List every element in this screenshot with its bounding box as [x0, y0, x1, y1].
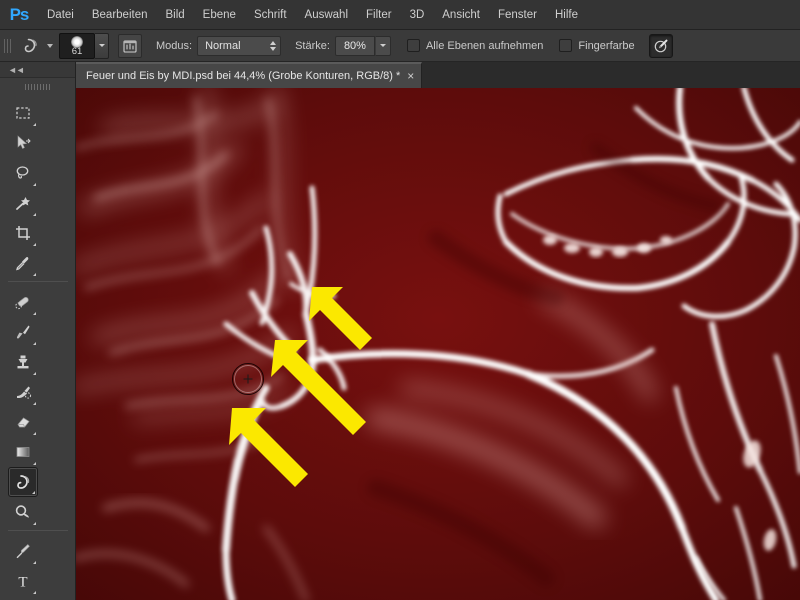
clone-stamp-tool[interactable] [8, 347, 38, 377]
mode-select[interactable]: Normal [197, 35, 282, 56]
menu-item-fenster[interactable]: Fenster [489, 0, 546, 30]
tools-divider [8, 281, 68, 282]
path-selection-tool[interactable] [8, 596, 38, 600]
tools-group-vector: T [0, 534, 75, 600]
strength-label: Stärke: [295, 39, 330, 52]
tools-panel-drag-handle[interactable] [0, 81, 75, 92]
options-bar-drag-handle[interactable] [4, 34, 13, 57]
dodge-tool[interactable] [8, 497, 38, 527]
photoshop-logo: Ps [9, 4, 30, 24]
smudge-tool[interactable] [8, 467, 38, 497]
brush-panel-icon[interactable] [118, 33, 142, 58]
menu-item-3d[interactable]: 3D [401, 0, 434, 30]
tools-group-selection [0, 96, 75, 278]
move-tool[interactable] [8, 128, 38, 158]
brush-size-value: 61 [71, 45, 83, 57]
finger-paint-checkbox-row[interactable]: Fingerfarbe [559, 39, 635, 52]
document-tab-bar: Feuer und Eis by MDI.psd bei 44,4% (Grob… [76, 62, 800, 88]
sample-all-layers-checkbox[interactable] [406, 39, 420, 52]
collapse-arrows-icon: ◄◄ [8, 64, 25, 75]
document-tab-title: Feuer und Eis by MDI.psd bei 44,4% (Grob… [86, 70, 401, 82]
crop-tool[interactable] [8, 218, 38, 248]
mode-value: Normal [205, 39, 241, 52]
menu-item-filter[interactable]: Filter [357, 0, 401, 30]
menu-item-datei[interactable]: Datei [38, 0, 83, 30]
strength-input[interactable]: 80% [334, 35, 375, 56]
finger-paint-checkbox[interactable] [559, 39, 573, 52]
document-canvas[interactable] [76, 88, 800, 600]
tools-group-retouch [0, 285, 75, 527]
eraser-tool[interactable] [8, 407, 38, 437]
svg-text:T: T [18, 575, 27, 591]
healing-brush-tool[interactable] [8, 287, 38, 317]
menu-item-ebene[interactable]: Ebene [194, 0, 245, 30]
smudge-tool-icon[interactable] [18, 34, 44, 58]
menu-item-bild[interactable]: Bild [156, 0, 193, 30]
document-tab[interactable]: Feuer und Eis by MDI.psd bei 44,4% (Grob… [76, 62, 423, 88]
brush-preset-chevron-down-icon[interactable] [95, 32, 109, 59]
annotation-arrow-top [309, 287, 372, 350]
sample-all-layers-label: Alle Ebenen aufnehmen [425, 39, 544, 52]
mode-label: Modus: [156, 39, 193, 52]
brush-size-preview[interactable]: 61 [59, 32, 95, 59]
sample-all-layers-checkbox-row[interactable]: Alle Ebenen aufnehmen [406, 39, 544, 52]
type-tool[interactable]: T [8, 566, 38, 596]
annotation-arrow-middle [271, 340, 366, 435]
photoshop-window: Ps Datei Bearbeiten Bild Ebene Schrift A… [0, 0, 800, 600]
menu-item-schrift[interactable]: Schrift [245, 0, 296, 30]
brush-cursor [232, 363, 264, 395]
brush-tool[interactable] [8, 317, 38, 347]
lasso-tool[interactable] [8, 158, 38, 188]
menu-item-bearbeiten[interactable]: Bearbeiten [83, 0, 157, 30]
annotation-arrow-bottom [229, 408, 308, 487]
tools-panel: ◄◄ T [0, 62, 76, 600]
menu-item-hilfe[interactable]: Hilfe [546, 0, 587, 30]
magic-wand-tool[interactable] [8, 188, 38, 218]
menu-bar: Ps Datei Bearbeiten Bild Ebene Schrift A… [0, 0, 800, 30]
history-brush-tool[interactable] [8, 377, 38, 407]
rectangular-marquee-tool[interactable] [8, 98, 38, 128]
tablet-pressure-icon[interactable] [648, 33, 673, 58]
tools-divider-2 [8, 530, 68, 531]
pen-tool[interactable] [8, 536, 38, 566]
tool-options-bar: 61 Modus: Normal Stärke: 80% Alle Ebenen… [0, 30, 800, 62]
strength-value: 80% [343, 39, 366, 52]
annotation-arrows [229, 287, 372, 487]
menu-item-ansicht[interactable]: Ansicht [433, 0, 489, 30]
finger-paint-label: Fingerfarbe [578, 39, 635, 52]
eyedropper-tool[interactable] [8, 248, 38, 278]
tool-preset-chevron-down-icon[interactable] [47, 43, 53, 48]
menu-item-auswahl[interactable]: Auswahl [296, 0, 357, 30]
tools-panel-collapse-button[interactable]: ◄◄ [0, 62, 75, 78]
brush-cursor-crosshair-vertical [247, 374, 249, 384]
strength-chevron-down-icon[interactable] [374, 35, 391, 56]
mode-stepper-icon[interactable] [270, 40, 277, 51]
gradient-tool[interactable] [8, 437, 38, 467]
close-icon[interactable]: × [407, 70, 414, 82]
